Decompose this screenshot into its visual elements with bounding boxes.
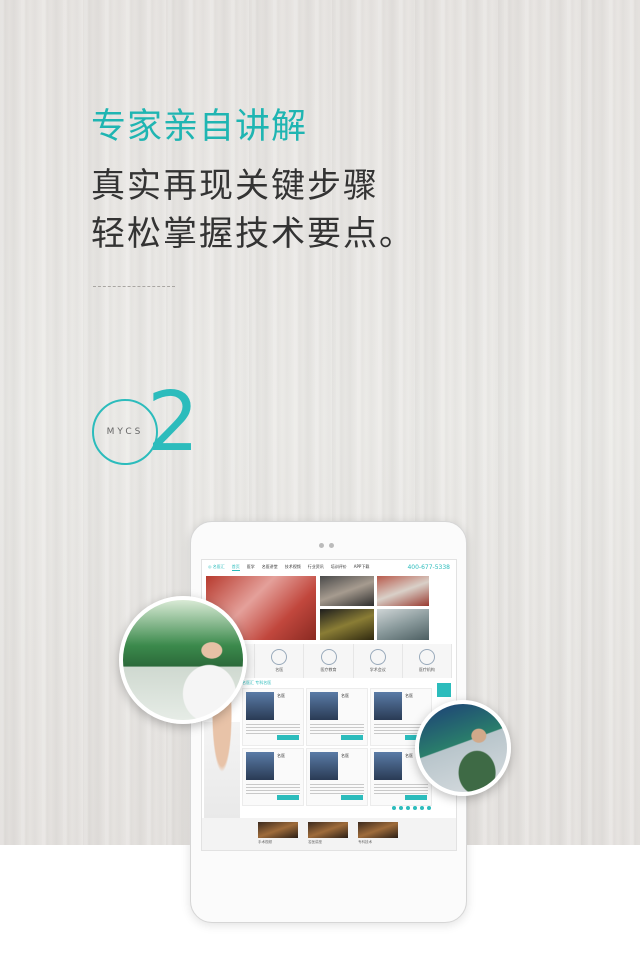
- doctor-bio: [246, 724, 300, 734]
- lab-icon: [320, 649, 337, 665]
- follow-button[interactable]: [277, 735, 299, 740]
- headline: 专家亲自讲解: [91, 107, 308, 147]
- tablet-screen: ◎ 名医汇 首页 医学 名医讲堂 技术视频 行业资讯 培训评价 APP下载 40…: [201, 559, 457, 851]
- doctor-bio: [310, 724, 364, 734]
- page-dot[interactable]: [399, 806, 403, 810]
- video-caption: 专科技术: [358, 840, 372, 844]
- doctor-photo: [246, 692, 274, 720]
- follow-button[interactable]: [277, 795, 299, 800]
- expert-presentation-photo: [415, 700, 511, 796]
- doctor-name: 名医: [341, 753, 349, 758]
- nav-item[interactable]: 医学: [247, 564, 255, 570]
- camera-dot: [329, 543, 334, 548]
- follow-button[interactable]: [341, 735, 363, 740]
- video-thumbnail[interactable]: [320, 609, 374, 640]
- expert-lecture-photo: [119, 596, 247, 724]
- doctor-bio: [246, 784, 300, 794]
- doctor-name: 名医: [405, 693, 413, 698]
- doctor-icon: [271, 649, 288, 665]
- badge-number: 2: [147, 375, 200, 470]
- meeting-icon: [369, 649, 386, 665]
- dashed-divider: [93, 286, 175, 287]
- doctor-bio: [310, 784, 364, 794]
- service-label: 名医: [275, 667, 284, 672]
- nav-item[interactable]: 首页: [231, 564, 240, 571]
- doctor-card[interactable]: 名医: [242, 688, 304, 746]
- doctor-photo: [374, 752, 402, 780]
- service-item[interactable]: 医疗教育: [304, 644, 354, 678]
- doctor-card[interactable]: 名医: [306, 688, 368, 746]
- nav-item[interactable]: 名医讲堂: [262, 564, 278, 570]
- doctor-name: 名医: [341, 693, 349, 698]
- doctor-name: 名医: [405, 753, 413, 758]
- doctor-photo: [246, 752, 274, 780]
- page-dot[interactable]: [406, 806, 410, 810]
- badge-text: MYCS: [106, 427, 144, 437]
- subline-2: 轻松掌握技术要点。: [91, 214, 415, 254]
- video-thumbnail[interactable]: [258, 822, 298, 838]
- page-dot[interactable]: [392, 806, 396, 810]
- doctor-photo: [374, 692, 402, 720]
- doctor-name: 名医: [277, 693, 285, 698]
- site-logo[interactable]: ◎ 名医汇: [208, 564, 225, 570]
- video-thumbnail[interactable]: [320, 576, 374, 606]
- nav-item[interactable]: 培训评价: [331, 564, 347, 570]
- video-row: 手术视频 名医讲座 专科技术: [202, 818, 456, 850]
- service-item[interactable]: 学术会议: [354, 644, 403, 678]
- service-label: 医疗机构: [418, 667, 435, 672]
- nav-item[interactable]: 技术视频: [285, 564, 301, 570]
- video-thumbnail[interactable]: [377, 576, 429, 606]
- follow-button[interactable]: [405, 795, 427, 800]
- follow-button[interactable]: [341, 795, 363, 800]
- pagination-dots: [392, 806, 431, 810]
- doctor-bio: [374, 784, 428, 794]
- page-dot[interactable]: [427, 806, 431, 810]
- camera-dot: [319, 543, 324, 548]
- service-label: 医疗教育: [320, 667, 337, 672]
- service-item[interactable]: 名医: [255, 644, 305, 678]
- site-nav: ◎ 名医汇 首页 医学 名医讲堂 技术视频 行业资讯 培训评价 APP下载 40…: [202, 560, 456, 574]
- video-thumbnail[interactable]: [308, 822, 348, 838]
- video-thumbnail[interactable]: [358, 822, 398, 838]
- doctor-photo: [310, 752, 338, 780]
- service-label: 学术会议: [369, 667, 386, 672]
- nav-item[interactable]: APP下载: [354, 564, 370, 570]
- phone-number: 400-677-5338: [407, 563, 450, 571]
- doctor-name: 名医: [277, 753, 285, 758]
- doctor-card[interactable]: 名医: [242, 748, 304, 806]
- side-tab[interactable]: [437, 683, 451, 697]
- nav-item[interactable]: 行业资讯: [308, 564, 324, 570]
- page-dot[interactable]: [420, 806, 424, 810]
- service-item[interactable]: 医疗机构: [403, 644, 453, 678]
- video-thumbnail[interactable]: [377, 609, 429, 640]
- page-dot[interactable]: [413, 806, 417, 810]
- subline-1: 真实再现关键步骤: [91, 166, 379, 206]
- doctor-card[interactable]: 名医: [306, 748, 368, 806]
- video-caption: 名医讲座: [308, 840, 322, 844]
- hospital-icon: [418, 649, 435, 665]
- section-label: 名医汇 专科名医: [242, 680, 272, 685]
- doctor-photo: [310, 692, 338, 720]
- video-caption: 手术视频: [258, 840, 272, 844]
